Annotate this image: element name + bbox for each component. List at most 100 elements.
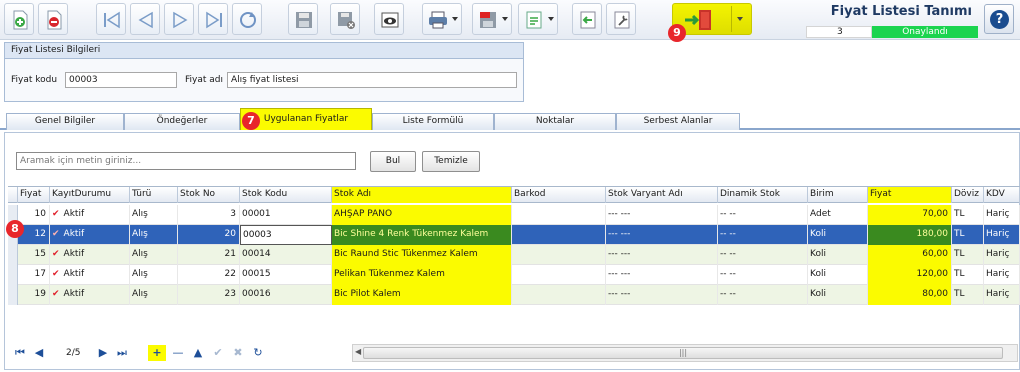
first-record-button[interactable]: [96, 3, 126, 35]
checkmark-icon: ✔: [52, 289, 60, 299]
next-record-icon: [173, 11, 188, 29]
nav-next-icon[interactable]: ▶: [96, 345, 110, 361]
table-row[interactable]: 17 ✔ Aktif Alış 22 00015 Pelikan Tükenmez…: [8, 265, 1020, 285]
preview-button[interactable]: [374, 3, 404, 35]
pdf-icon: [480, 12, 496, 28]
tab-liste-formulu[interactable]: Liste Formülü: [372, 113, 494, 130]
save-close-button[interactable]: [330, 3, 360, 35]
nav-last-icon[interactable]: ⏭: [114, 345, 130, 361]
tools-button[interactable]: [606, 3, 636, 35]
header-birim[interactable]: Birim: [808, 187, 868, 203]
cell-turu: Alış: [130, 205, 178, 225]
pdf-export-button[interactable]: [472, 3, 512, 35]
cell-fiyat-no: 19: [18, 285, 50, 305]
grid-header-row: Fiyat KayıtDurumu Türü Stok No Stok Kodu…: [8, 187, 1020, 203]
cell-stok-adi: Bic Shine 4 Renk Tükenmez Kalem: [332, 225, 512, 245]
toolbar: 9 Fiyat Listesi Tanımı 3 Onaylandı ?: [0, 0, 1020, 42]
cell-stok-kodu: 00014: [240, 245, 332, 265]
cell-doviz: TL: [952, 245, 984, 265]
tab-noktalar[interactable]: Noktalar: [494, 113, 616, 130]
preview-icon: [381, 12, 399, 28]
delete-document-icon: [47, 10, 62, 30]
find-button[interactable]: Bul: [370, 151, 416, 172]
header-doviz[interactable]: Döviz: [952, 187, 984, 203]
window-title: Fiyat Listesi Tanımı: [830, 4, 972, 19]
scroll-thumb[interactable]: |||: [363, 347, 1003, 359]
tab-serbest-alanlar[interactable]: Serbest Alanlar: [616, 113, 740, 130]
save-icon: [296, 12, 312, 28]
tab-bar: Genel Bilgiler Öndeğerler Uygulanan Fiya…: [0, 108, 1020, 130]
print-button[interactable]: [422, 3, 462, 35]
delete-document-button[interactable]: [38, 3, 68, 35]
table-row[interactable]: 19 ✔ Aktif Alış 23 00016 Bic Pilot Kalem …: [8, 285, 1020, 305]
export-button[interactable]: [518, 3, 558, 35]
help-button[interactable]: ?: [984, 4, 1014, 34]
price-code-input[interactable]: 00003: [65, 72, 177, 88]
cell-fiyat: 80,00: [868, 285, 952, 305]
nav-cancel-icon[interactable]: ✖: [230, 345, 246, 361]
cell-fiyat: 70,00: [868, 205, 952, 225]
cell-stok-kodu: 00016: [240, 285, 332, 305]
last-record-button[interactable]: [198, 3, 228, 35]
next-record-button[interactable]: [164, 3, 194, 35]
horizontal-scrollbar[interactable]: ◀ |||: [352, 344, 1018, 362]
checkmark-icon: ✔: [52, 269, 60, 279]
header-kdv[interactable]: KDV: [984, 187, 1020, 203]
header-stok-adi[interactable]: Stok Adı: [332, 187, 512, 203]
cell-kdv: Hariç: [984, 205, 1020, 225]
price-name-input[interactable]: Alış fiyat listesi: [227, 72, 517, 88]
nav-up-icon[interactable]: ▲: [190, 345, 206, 361]
cell-fiyat: 120,00: [868, 265, 952, 285]
previous-record-button[interactable]: [130, 3, 160, 35]
table-row[interactable]: 12 ✔ Aktif Alış 20 00003 Bic Shine 4 Renk…: [8, 225, 1020, 245]
header-stok-no[interactable]: Stok No: [178, 187, 240, 203]
wrench-icon: [614, 11, 630, 29]
table-row[interactable]: 15 ✔ Aktif Alış 21 00014 Bic Raund Stic T…: [8, 245, 1020, 265]
cell-kayit-durumu: ✔ Aktif: [50, 265, 130, 285]
header-kayit-durumu[interactable]: KayıtDurumu: [50, 187, 130, 203]
nav-remove-icon[interactable]: —: [170, 345, 186, 361]
cell-birim: Koli: [808, 265, 868, 285]
refresh-button[interactable]: [232, 3, 262, 35]
header-turu[interactable]: Türü: [130, 187, 178, 203]
save-close-icon: [338, 12, 355, 29]
new-document-button[interactable]: [4, 3, 34, 35]
cell-barkod: [512, 285, 606, 305]
cell-dinamik: -- --: [718, 245, 808, 265]
cell-dinamik: -- --: [718, 225, 808, 245]
tab-genel-bilgiler[interactable]: Genel Bilgiler: [6, 113, 124, 130]
cell-barkod: [512, 205, 606, 225]
header-fiyat-no[interactable]: Fiyat: [18, 187, 50, 203]
clear-button[interactable]: Temizle: [422, 151, 480, 172]
cell-turu: Alış: [130, 265, 178, 285]
save-button[interactable]: [288, 3, 318, 35]
header-fiyat[interactable]: Fiyat: [868, 187, 952, 203]
cell-stok-kodu[interactable]: 00003: [240, 225, 332, 245]
header-dinamik-stok[interactable]: Dinamik Stok: [718, 187, 808, 203]
nav-previous-icon[interactable]: ◀: [32, 345, 46, 361]
cell-barkod: [512, 245, 606, 265]
cell-kayit-durumu: ✔ Aktif: [50, 285, 130, 305]
cell-kdv: Hariç: [984, 285, 1020, 305]
cell-dinamik: -- --: [718, 265, 808, 285]
nav-add-icon[interactable]: +: [148, 345, 166, 361]
cell-birim: Koli: [808, 245, 868, 265]
scroll-left-icon[interactable]: ◀: [355, 347, 361, 356]
cell-varyant: --- ---: [606, 245, 718, 265]
header-barkod[interactable]: Barkod: [512, 187, 606, 203]
nav-confirm-icon[interactable]: ✔: [210, 345, 226, 361]
cell-stok-adi: Pelikan Tükenmez Kalem: [332, 265, 512, 285]
cell-stok-adi: AHŞAP PANO: [332, 205, 512, 225]
import-button[interactable]: [572, 3, 602, 35]
cell-fiyat-no: 15: [18, 245, 50, 265]
header-stok-kodu[interactable]: Stok Kodu: [240, 187, 332, 203]
nav-first-icon[interactable]: ⏮: [12, 345, 28, 361]
table-row[interactable]: 10 ✔ Aktif Alış 3 00001 AHŞAP PANO --- --…: [8, 205, 1020, 225]
cell-kayit-durumu: ✔ Aktif: [50, 245, 130, 265]
header-stok-varyant-adi[interactable]: Stok Varyant Adı: [606, 187, 718, 203]
tab-ondegerler[interactable]: Öndeğerler: [124, 113, 240, 130]
search-input[interactable]: Aramak için metin giriniz...: [16, 152, 356, 170]
print-icon: [429, 11, 447, 29]
nav-refresh-icon[interactable]: ↻: [250, 345, 266, 361]
annotation-badge-exit: 9: [668, 24, 686, 42]
